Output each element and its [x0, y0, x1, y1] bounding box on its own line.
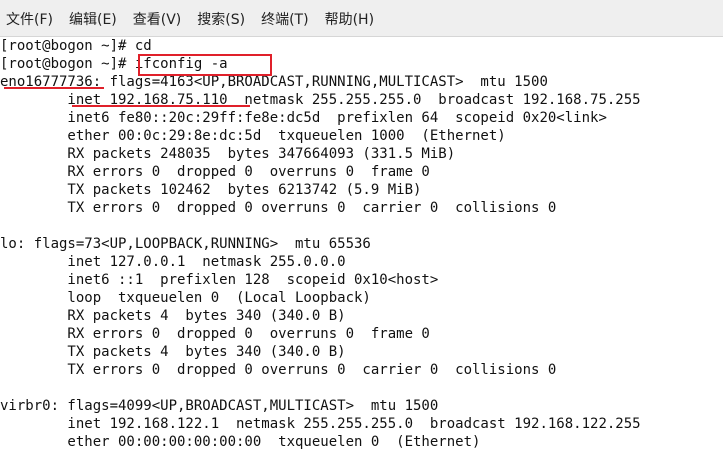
terminal-line: lo: flags=73<UP,LOOPBACK,RUNNING> mtu 65… — [0, 236, 371, 252]
terminal-line: TX errors 0 dropped 0 overruns 0 carrier… — [0, 362, 557, 378]
command-highlight-box — [138, 54, 272, 76]
menu-terminal[interactable]: 终端(T) — [253, 0, 316, 36]
terminal-line: inet6 fe80::20c:29ff:fe8e:dc5d prefixlen… — [0, 110, 607, 126]
interface-name-underline — [4, 87, 104, 89]
menu-bar: 文件(F) 编辑(E) 查看(V) 搜索(S) 终端(T) 帮助(H) — [0, 0, 723, 37]
terminal-line: ether 00:00:00:00:00:00 txqueuelen 0 (Et… — [0, 434, 481, 450]
menu-file[interactable]: 文件(F) — [0, 0, 61, 36]
menu-help[interactable]: 帮助(H) — [317, 0, 382, 36]
terminal-line: inet 192.168.122.1 netmask 255.255.255.0… — [0, 416, 641, 432]
terminal-line: ether 00:0c:29:8e:dc:5d txqueuelen 1000 … — [0, 128, 506, 144]
terminal-line: TX packets 102462 bytes 6213742 (5.9 MiB… — [0, 182, 422, 198]
terminal-line: loop txqueuelen 0 (Local Loopback) — [0, 290, 371, 306]
terminal-output[interactable]: ether 00:00:00:00:00:00 txqueuelen 0 (Et… — [0, 37, 723, 452]
terminal-line: [root@bogon ~]# cd — [0, 38, 152, 54]
terminal-line: TX packets 4 bytes 340 (340.0 B) — [0, 344, 346, 360]
terminal-line: virbr0: flags=4099<UP,BROADCAST,MULTICAS… — [0, 398, 439, 414]
terminal-line: TX errors 0 dropped 0 overruns 0 carrier… — [0, 200, 557, 216]
menu-edit[interactable]: 编辑(E) — [61, 0, 125, 36]
terminal-line: RX packets 4 bytes 340 (340.0 B) — [0, 308, 346, 324]
terminal-line: RX errors 0 dropped 0 overruns 0 frame 0 — [0, 164, 430, 180]
menu-search[interactable]: 搜索(S) — [189, 0, 253, 36]
terminal-line: RX errors 0 dropped 0 overruns 0 frame 0 — [0, 326, 430, 342]
inet-address-underline — [72, 105, 250, 107]
menu-view[interactable]: 查看(V) — [125, 0, 190, 36]
terminal-line: RX packets 248035 bytes 347664093 (331.5… — [0, 146, 456, 162]
terminal-line: inet6 ::1 prefixlen 128 scopeid 0x10<hos… — [0, 272, 439, 288]
terminal-line: inet 127.0.0.1 netmask 255.0.0.0 — [0, 254, 346, 270]
